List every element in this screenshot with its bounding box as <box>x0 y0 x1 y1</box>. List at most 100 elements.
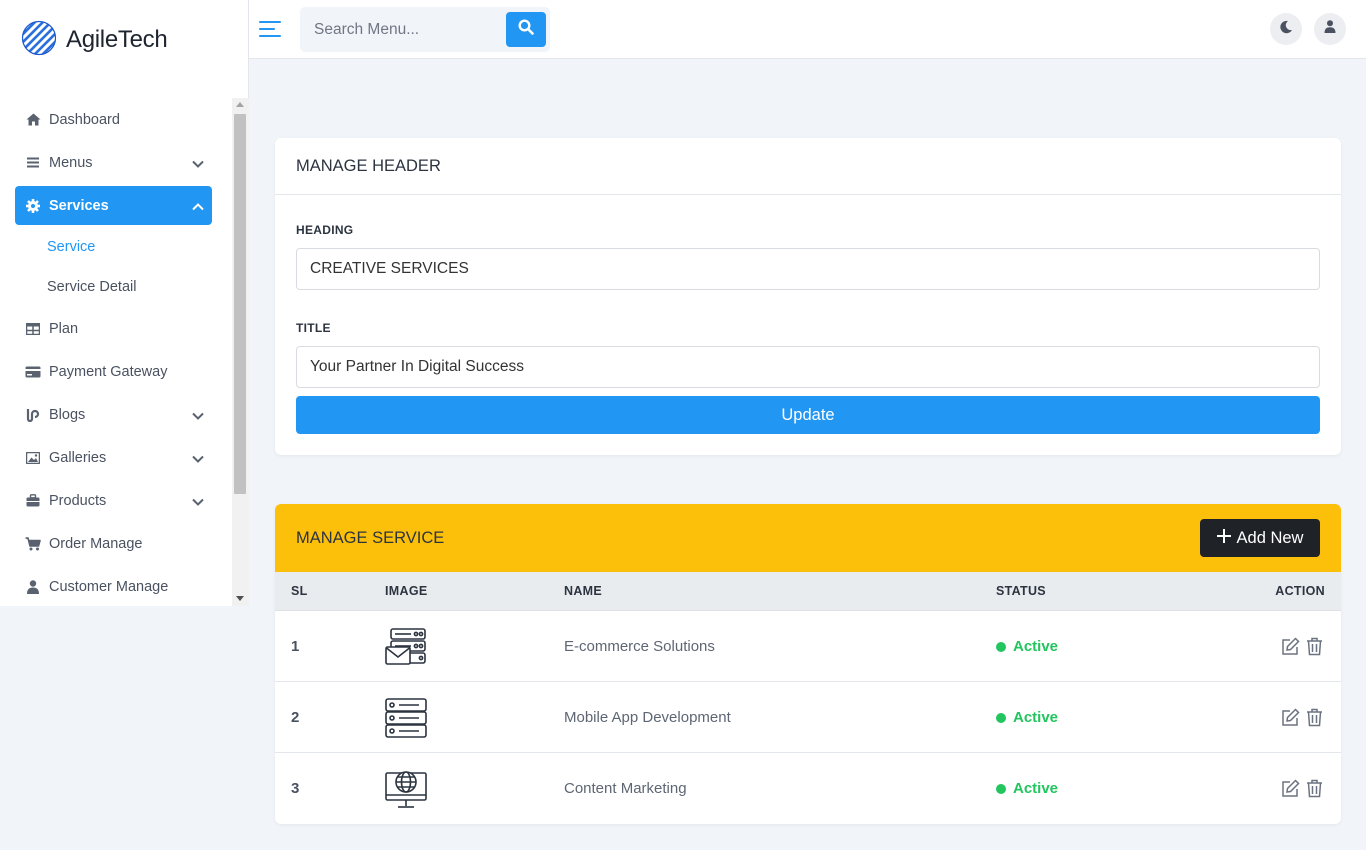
update-button[interactable]: Update <box>296 396 1320 434</box>
server-mail-icon <box>385 611 427 682</box>
column-header-action: ACTION <box>1275 584 1325 598</box>
manage-header-card: MANAGE HEADER HEADING TITLE Update <box>275 138 1341 455</box>
search-input[interactable] <box>300 7 500 52</box>
trash-icon[interactable] <box>1306 637 1323 656</box>
sidebar-item-order-manage[interactable]: Order Manage <box>0 522 232 565</box>
service-name: E-commerce Solutions <box>564 638 715 655</box>
card-title: MANAGE HEADER <box>275 138 1341 195</box>
row-actions <box>1281 682 1323 753</box>
edit-icon[interactable] <box>1281 637 1300 656</box>
heading-field[interactable] <box>296 248 1320 290</box>
row-sl: 1 <box>291 638 300 655</box>
sidebar-item-label: Galleries <box>49 449 107 466</box>
title-label: TITLE <box>296 321 331 335</box>
chevron-down-icon <box>192 494 204 510</box>
status-label: Active <box>1013 638 1059 655</box>
sidebar-item-menus[interactable]: Menus <box>0 141 232 184</box>
column-header-status: STATUS <box>996 584 1046 598</box>
sidebar-item-label: Customer Manage <box>49 578 169 595</box>
chevron-down-icon <box>192 451 204 467</box>
sidebar-item-label: Plan <box>49 320 79 337</box>
sidebar-scrollbar[interactable] <box>232 98 249 606</box>
scrollbar-thumb[interactable] <box>234 114 246 494</box>
status-label: Active <box>1013 780 1059 797</box>
image-icon <box>25 450 41 466</box>
table-row: 1 E-commerce Solutions Active <box>275 611 1341 682</box>
sidebar-item-services[interactable]: Services <box>15 186 212 225</box>
column-header-name: NAME <box>564 584 603 598</box>
title-field[interactable] <box>296 346 1320 388</box>
sidebar-item-label: Menus <box>49 154 93 171</box>
brand[interactable]: AgileTech <box>0 0 248 80</box>
status-badge: Active <box>996 611 1058 682</box>
user-icon <box>25 579 41 595</box>
service-name: Content Marketing <box>564 780 687 797</box>
table-body: 1 E-commerce Solutions Active 2 Mobile A… <box>275 611 1341 824</box>
sidebar-item-label: Payment Gateway <box>49 363 168 380</box>
server-rack-icon <box>385 682 427 753</box>
sphere-logo-icon <box>20 19 58 62</box>
sidebar-item-label: Products <box>49 492 107 509</box>
add-new-label: Add New <box>1236 528 1304 547</box>
table-row: 3 Content Marketing Active <box>275 753 1341 824</box>
moon-icon <box>1279 20 1293 39</box>
trash-icon[interactable] <box>1306 708 1323 727</box>
scroll-up-arrow-icon[interactable] <box>236 102 244 107</box>
user-menu-button[interactable] <box>1314 13 1346 45</box>
status-label: Active <box>1013 709 1059 726</box>
scroll-down-arrow-icon[interactable] <box>236 596 244 601</box>
status-badge: Active <box>996 682 1058 753</box>
sidebar-nav: Dashboard Menus Services Service Service… <box>0 98 232 608</box>
sidebar-item-plan[interactable]: Plan <box>0 307 232 350</box>
sidebar-subitem-service-detail[interactable]: Service Detail <box>0 267 232 307</box>
user-icon <box>1324 20 1336 38</box>
service-name: Mobile App Development <box>564 709 731 726</box>
card-title: MANAGE SERVICE <box>296 528 445 547</box>
column-header-sl: SL <box>291 584 308 598</box>
row-sl: 3 <box>291 780 300 797</box>
sidebar-item-label: Services <box>49 197 109 214</box>
row-actions <box>1281 611 1323 682</box>
chevron-down-icon <box>192 156 204 172</box>
sidebar-item-blogs[interactable]: Blogs <box>0 393 232 436</box>
cart-icon <box>25 536 41 552</box>
plus-icon <box>1216 528 1231 548</box>
row-actions <box>1281 753 1323 824</box>
brand-name: AgileTech <box>66 26 168 53</box>
home-icon <box>25 112 41 128</box>
chevron-up-icon <box>192 199 204 215</box>
hamburger-icon[interactable] <box>259 18 283 40</box>
table-icon <box>25 321 41 337</box>
trash-icon[interactable] <box>1306 779 1323 798</box>
column-header-image: IMAGE <box>385 584 428 598</box>
gear-icon <box>25 198 41 214</box>
status-badge: Active <box>996 753 1058 824</box>
sidebar-item-galleries[interactable]: Galleries <box>0 436 232 479</box>
card-header: MANAGE SERVICE Add New <box>275 504 1341 572</box>
edit-icon[interactable] <box>1281 779 1300 798</box>
table-header: SL IMAGE NAME STATUS ACTION <box>275 572 1341 611</box>
sidebar-item-customer-manage[interactable]: Customer Manage <box>0 565 232 608</box>
sidebar-item-label: Dashboard <box>49 111 120 128</box>
add-new-button[interactable]: Add New <box>1200 519 1320 557</box>
status-dot <box>996 641 1006 652</box>
search-icon <box>518 19 534 40</box>
search-button[interactable] <box>506 12 546 47</box>
dark-mode-toggle[interactable] <box>1270 13 1302 45</box>
topbar <box>249 0 1366 59</box>
status-dot <box>996 712 1006 723</box>
sidebar-item-dashboard[interactable]: Dashboard <box>0 98 232 141</box>
search-box <box>300 7 550 52</box>
sidebar-item-payment-gateway[interactable]: Payment Gateway <box>0 350 232 393</box>
sidebar-item-label: Order Manage <box>49 535 143 552</box>
chevron-down-icon <box>192 408 204 424</box>
list-icon <box>25 155 41 171</box>
sidebar-subitem-service[interactable]: Service <box>0 227 232 267</box>
edit-icon[interactable] <box>1281 708 1300 727</box>
row-sl: 2 <box>291 709 300 726</box>
sidebar-item-products[interactable]: Products <box>0 479 232 522</box>
manage-service-card: MANAGE SERVICE Add New SL IMAGE NAME STA… <box>275 504 1341 824</box>
sidebar: AgileTech Dashboard Menus Services Servi… <box>0 0 249 606</box>
sidebar-item-label: Blogs <box>49 406 86 423</box>
briefcase-icon <box>25 493 41 509</box>
